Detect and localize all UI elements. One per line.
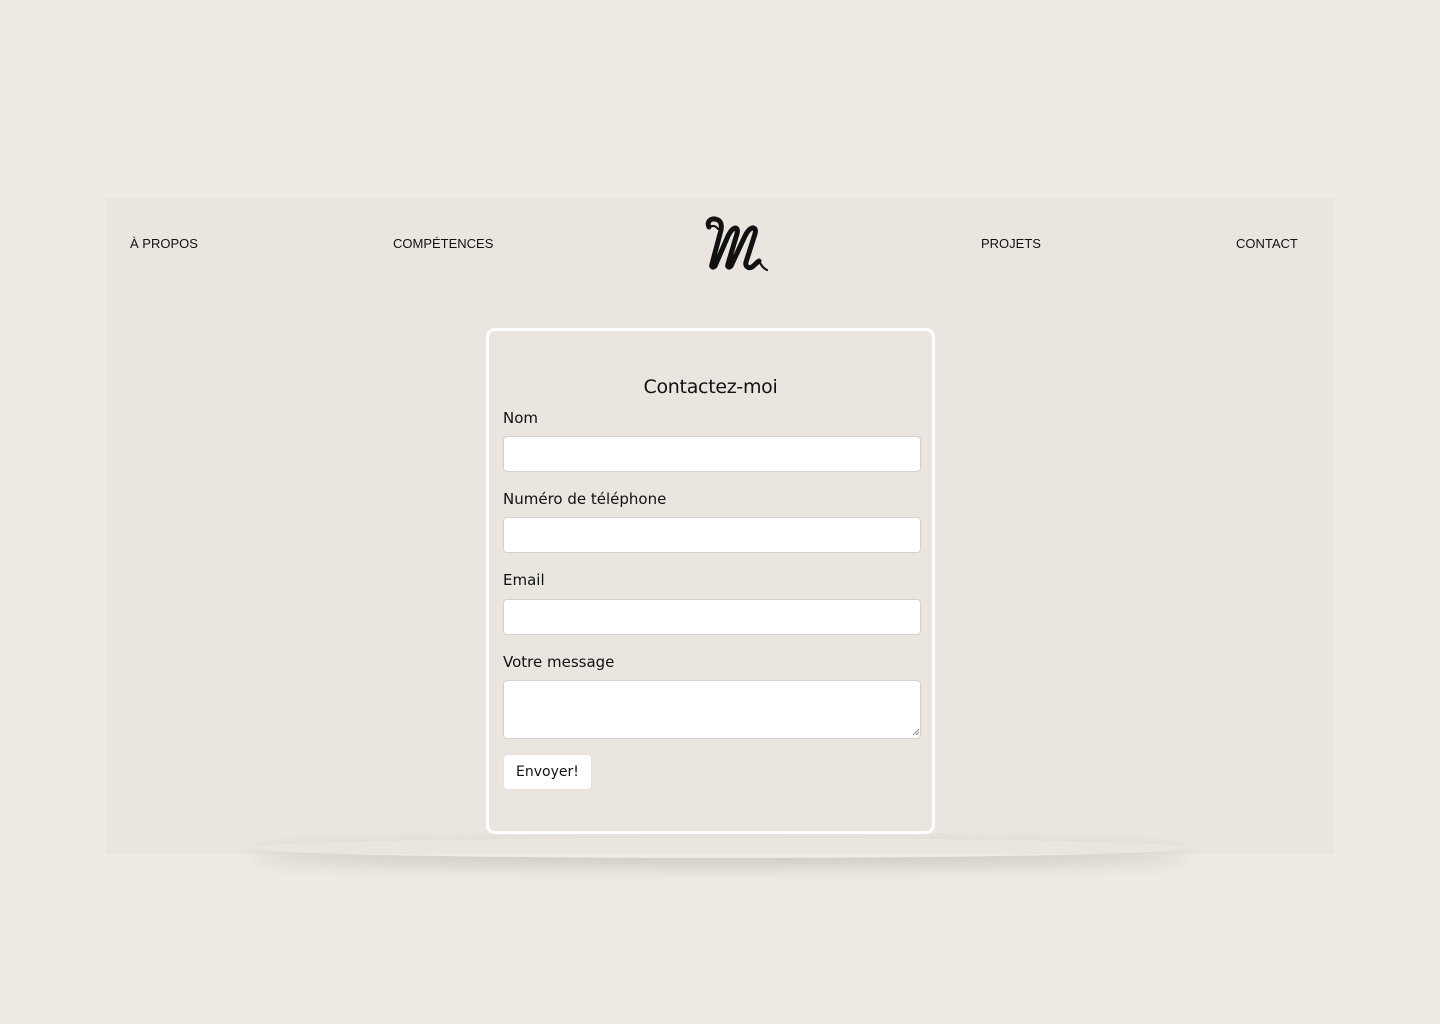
phone-input[interactable] bbox=[503, 517, 921, 553]
message-textarea[interactable] bbox=[503, 680, 921, 739]
nav-link-projets[interactable]: PROJETS bbox=[981, 236, 1041, 251]
nav-link-contact[interactable]: CONTACT bbox=[1236, 236, 1298, 251]
nav-link-a-propos[interactable]: À PROPOS bbox=[130, 236, 198, 251]
email-input[interactable] bbox=[503, 599, 921, 635]
name-label: Nom bbox=[503, 409, 539, 427]
name-input[interactable] bbox=[503, 436, 921, 472]
message-field-wrapper bbox=[489, 680, 938, 739]
submit-button[interactable]: Envoyer! bbox=[503, 754, 592, 790]
frame-shadow bbox=[250, 838, 1190, 858]
contact-form: Contactez-moi Nom Numéro de téléphone Em… bbox=[486, 328, 935, 834]
form-title: Contactez-moi bbox=[643, 376, 778, 398]
resize-grip-icon[interactable] bbox=[912, 728, 920, 736]
email-label: Email bbox=[503, 571, 545, 589]
phone-label: Numéro de téléphone bbox=[503, 490, 667, 508]
nav-link-competences[interactable]: COMPÉTENCES bbox=[393, 236, 493, 251]
script-m-logo-icon[interactable] bbox=[700, 212, 776, 274]
message-label: Votre message bbox=[503, 653, 615, 671]
